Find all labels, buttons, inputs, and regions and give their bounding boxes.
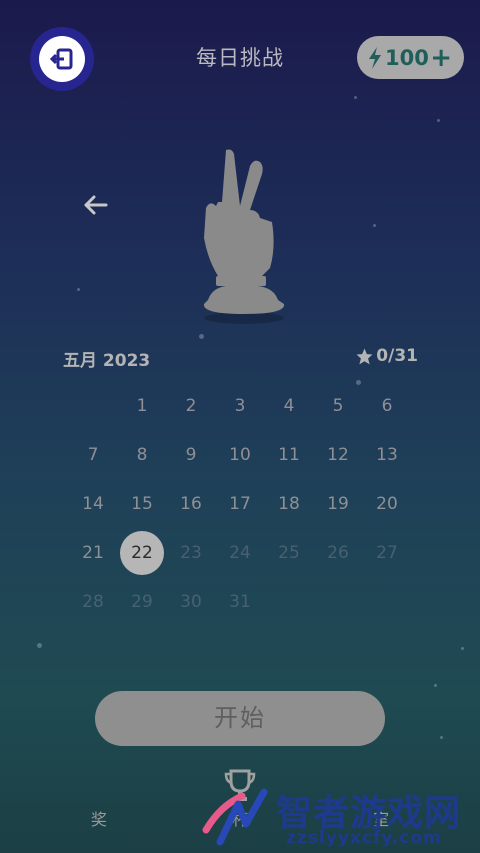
- calendar-day-today[interactable]: 22: [120, 531, 164, 575]
- calendar-day[interactable]: 2: [169, 384, 213, 428]
- stars-progress: 0/31: [355, 346, 418, 366]
- calendar-day[interactable]: 19: [316, 482, 360, 526]
- star-icon: [356, 348, 373, 364]
- calendar-day[interactable]: 11: [267, 433, 311, 477]
- calendar-day[interactable]: 18: [267, 482, 311, 526]
- stars-count: 0/31: [376, 346, 418, 366]
- lightning-icon: [369, 46, 381, 69]
- calendar-day[interactable]: 12: [316, 433, 360, 477]
- calendar-day[interactable]: 6: [365, 384, 409, 428]
- calendar-day[interactable]: 20: [365, 482, 409, 526]
- calendar-day: 29: [131, 592, 153, 612]
- watermark-url: zzslyyxcfy.com: [286, 828, 442, 848]
- calendar-day[interactable]: 8: [120, 433, 164, 477]
- calendar-day[interactable]: 17: [218, 482, 262, 526]
- calendar-day[interactable]: 9: [169, 433, 213, 477]
- calendar-day: 31: [229, 592, 251, 612]
- calendar-day[interactable]: 7: [71, 433, 115, 477]
- energy-value: 100: [385, 45, 429, 70]
- victory-hand-trophy: [203, 149, 285, 324]
- calendar-day[interactable]: 4: [267, 384, 311, 428]
- plus-icon[interactable]: +: [430, 45, 452, 71]
- calendar-day: 26: [327, 543, 349, 563]
- calendar-day[interactable]: 5: [316, 384, 360, 428]
- back-arrow-icon[interactable]: [82, 191, 110, 219]
- watermark-logo-icon: [202, 788, 268, 846]
- watermark: 智者游戏网 zzslyyxcfy.com: [200, 780, 480, 850]
- calendar-day[interactable]: 10: [218, 433, 262, 477]
- month-label: 五月 2023: [63, 351, 151, 371]
- calendar-day[interactable]: 21: [71, 531, 115, 575]
- start-button[interactable]: 开始: [95, 691, 385, 746]
- calendar-day[interactable]: 13: [365, 433, 409, 477]
- calendar-day: 24: [229, 543, 251, 563]
- calendar-day[interactable]: 16: [169, 482, 213, 526]
- calendar-day[interactable]: 15: [120, 482, 164, 526]
- calendar-day: 27: [376, 543, 398, 563]
- calendar-day[interactable]: 3: [218, 384, 262, 428]
- calendar-day[interactable]: 1: [120, 384, 164, 428]
- calendar-day: 25: [278, 543, 300, 563]
- calendar-day: 30: [180, 592, 202, 612]
- energy-counter-button[interactable]: 100 +: [357, 36, 464, 79]
- calendar-day[interactable]: 14: [71, 482, 115, 526]
- calendar-day: 23: [180, 543, 202, 563]
- calendar-day: 28: [82, 592, 104, 612]
